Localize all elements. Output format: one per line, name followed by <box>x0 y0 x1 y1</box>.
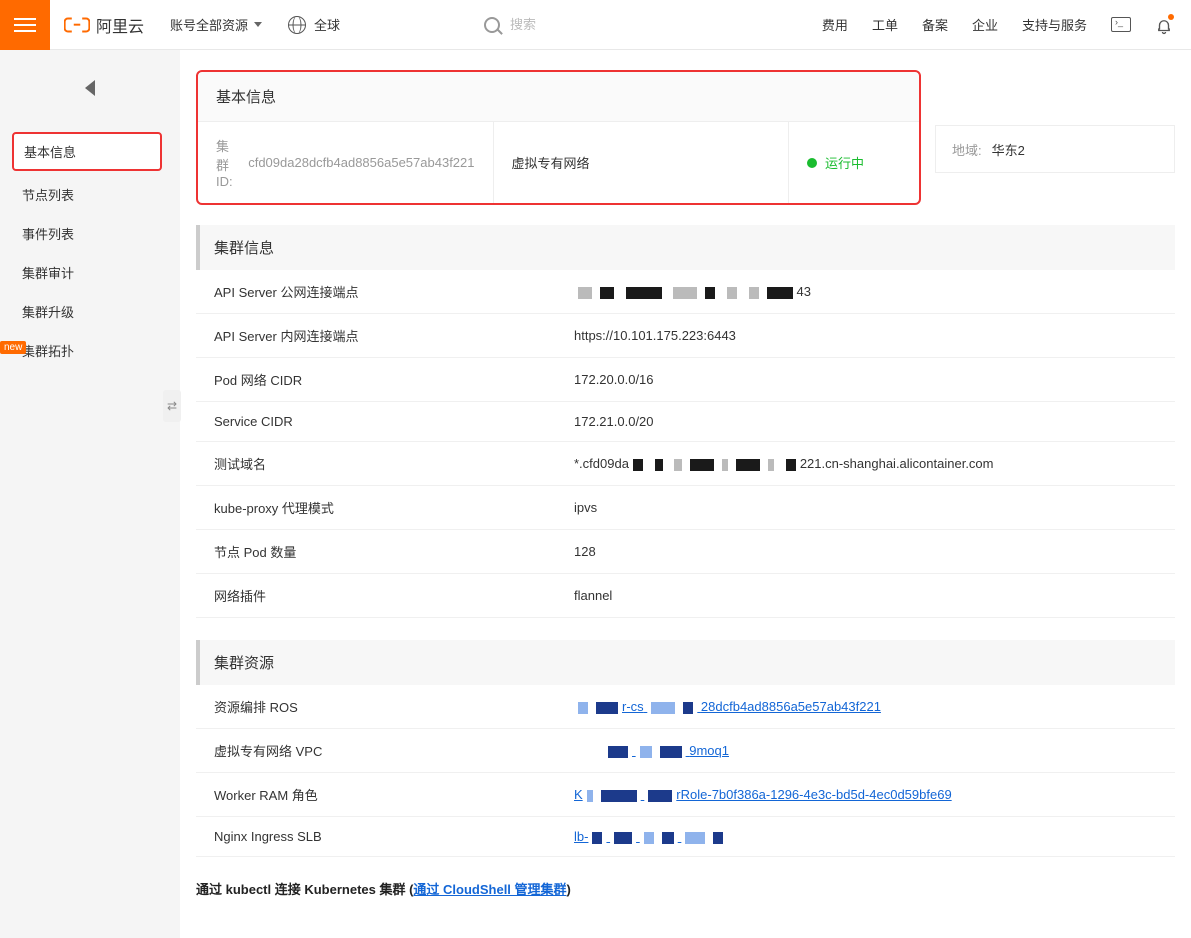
link-slb[interactable]: lb- <box>574 829 727 844</box>
nav-cost[interactable]: 费用 <box>822 15 848 34</box>
link-ram-role[interactable]: K rRole-7b0f386a-1296-4e3c-bd5d-4ec0d59b… <box>574 787 952 802</box>
sidebar: 基本信息 节点列表 事件列表 集群审计 集群升级 new 集群拓扑 <box>0 50 180 938</box>
row-vpc: 虚拟专有网络 VPC 9moq1 <box>196 729 1175 773</box>
notifications-icon[interactable] <box>1155 17 1171 33</box>
back-button[interactable] <box>0 80 180 132</box>
sidebar-item-upgrade[interactable]: 集群升级 <box>0 292 180 331</box>
logo-text: 阿里云 <box>96 13 144 37</box>
nav-icp[interactable]: 备案 <box>922 15 948 34</box>
kubectl-footer: 通过 kubectl 连接 Kubernetes 集群 (通过 CloudShe… <box>196 879 1175 898</box>
sidebar-collapse[interactable]: ⇄ <box>163 390 181 422</box>
account-scope-dropdown[interactable]: 账号全部资源 <box>158 15 274 34</box>
link-ros[interactable]: r-cs 28dcfb4ad8856a5e57ab43f221 <box>574 699 881 714</box>
row-pod-cidr: Pod 网络 CIDR172.20.0.0/16 <box>196 358 1175 402</box>
search-input[interactable] <box>510 17 710 32</box>
link-vpc[interactable]: 9moq1 <box>604 743 729 758</box>
cluster-info-section: 集群信息 API Server 公网连接端点 43 API Server 内网连… <box>196 225 1175 618</box>
nav-enterprise[interactable]: 企业 <box>972 15 998 34</box>
chevron-left-icon <box>85 80 95 96</box>
region-box: 地域: 华东2 <box>935 125 1175 173</box>
cluster-resources-section: 集群资源 资源编排 ROS r-cs 28dcfb4ad8856a5e57ab4… <box>196 640 1175 857</box>
search-icon <box>484 17 500 33</box>
basic-info-card: 基本信息 集群ID: cfd09da28dcfb4ad8856a5e57ab43… <box>196 70 921 205</box>
basic-info-title: 基本信息 <box>198 72 919 122</box>
row-kube-proxy: kube-proxy 代理模式ipvs <box>196 486 1175 530</box>
row-ram-role: Worker RAM 角色 K rRole-7b0f386a-1296-4e3c… <box>196 773 1175 817</box>
status-cell: 运行中 <box>789 122 919 203</box>
region-selector[interactable]: 全球 <box>274 15 354 34</box>
new-badge: new <box>0 341 26 354</box>
cluster-id-cell: 集群ID: cfd09da28dcfb4ad8856a5e57ab43f221 <box>198 122 494 203</box>
sidebar-item-audit[interactable]: 集群审计 <box>0 253 180 292</box>
network-type-cell: 虚拟专有网络 <box>494 122 790 203</box>
logo-icon <box>64 12 90 38</box>
cluster-resources-title: 集群资源 <box>196 640 1175 685</box>
row-node-pod-count: 节点 Pod 数量128 <box>196 530 1175 574</box>
row-ros: 资源编排 ROS r-cs 28dcfb4ad8856a5e57ab43f221 <box>196 685 1175 729</box>
row-test-domain: 测试域名 *.cfd09da 221.cn-shanghai.alicontai… <box>196 442 1175 486</box>
sidebar-item-basic-info[interactable]: 基本信息 <box>12 132 162 171</box>
status-dot-icon <box>807 158 817 168</box>
row-ingress-slb: Nginx Ingress SLB lb- <box>196 817 1175 857</box>
sidebar-item-event-list[interactable]: 事件列表 <box>0 214 180 253</box>
cloudshell-link[interactable]: 通过 CloudShell 管理集群 <box>413 882 566 897</box>
sidebar-item-topology[interactable]: new 集群拓扑 <box>0 331 180 370</box>
chevron-down-icon <box>254 22 262 27</box>
menu-toggle[interactable] <box>0 0 50 50</box>
nav-support[interactable]: 支持与服务 <box>1022 15 1087 34</box>
row-public-endpoint: API Server 公网连接端点 43 <box>196 270 1175 314</box>
row-network-plugin: 网络插件flannel <box>196 574 1175 618</box>
cloudshell-icon[interactable] <box>1111 17 1131 32</box>
globe-icon <box>288 16 306 34</box>
row-service-cidr: Service CIDR172.21.0.0/20 <box>196 402 1175 442</box>
sidebar-item-node-list[interactable]: 节点列表 <box>0 175 180 214</box>
cluster-info-title: 集群信息 <box>196 225 1175 270</box>
notification-dot <box>1168 14 1174 20</box>
row-internal-endpoint: API Server 内网连接端点https://10.101.175.223:… <box>196 314 1175 358</box>
nav-ticket[interactable]: 工单 <box>872 15 898 34</box>
logo[interactable]: 阿里云 <box>50 12 158 38</box>
